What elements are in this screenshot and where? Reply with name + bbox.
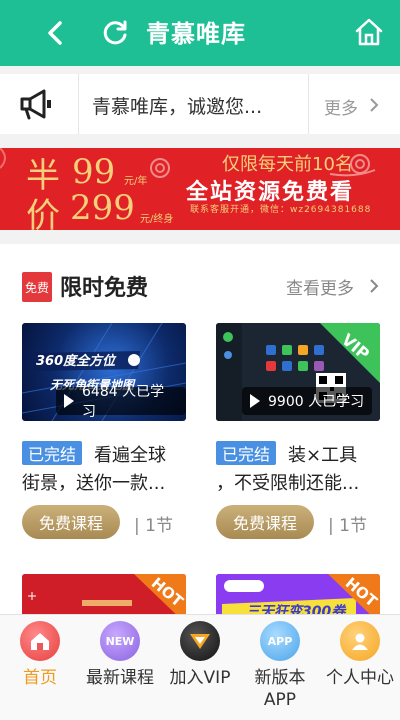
- lesson-count: | 1节: [328, 516, 367, 536]
- refresh-icon: [103, 20, 127, 45]
- banner-contact: 联系客服开通，微信：wz2694381688: [190, 205, 372, 215]
- app-icon: APP: [260, 621, 300, 661]
- status-badge: 已完结: [216, 441, 277, 465]
- home-icon: [355, 18, 383, 46]
- banner-per-year: 元/年: [124, 176, 148, 187]
- notice-bar: 青慕唯库，诚邀您... 更多: [0, 74, 400, 134]
- course-title-line2: 街景，送你一款...: [22, 473, 166, 494]
- course-card[interactable]: 360度全方位 无死角街景地图 6484 人已学习 已完结 看遍全球 街景，送你…: [22, 323, 186, 543]
- nav-item-home[interactable]: 首页: [0, 621, 80, 689]
- views-count: 9900 人已学习: [242, 387, 373, 415]
- app-header: 青慕唯库: [0, 0, 400, 66]
- vip-icon: [180, 621, 220, 661]
- banner-limit-text: 仅限每天前10名: [222, 154, 353, 175]
- notice-text[interactable]: 青慕唯库，诚邀您...: [92, 92, 262, 119]
- course-title-line1: 装×工具: [288, 445, 358, 466]
- user-icon: [340, 621, 380, 661]
- refresh-button[interactable]: [98, 16, 132, 50]
- views-count: 6484 人已学习: [56, 384, 186, 420]
- banner-price-year: 99: [72, 152, 116, 192]
- banner-lifetime: 元/终身: [140, 214, 174, 225]
- chevron-left-icon: [48, 21, 62, 45]
- nav-item-vip[interactable]: 加入VIP: [160, 621, 240, 689]
- banner-price-char: 价: [26, 196, 60, 230]
- views-text: 6484 人已学习: [82, 384, 165, 420]
- app-screen: 青慕唯库 青慕唯库，诚邀您... 更多 半 99 元/年 价 299 元/终身 …: [0, 0, 400, 720]
- see-more-link[interactable]: 查看更多: [286, 274, 354, 299]
- home-button[interactable]: [352, 14, 386, 50]
- nav-item-new-courses[interactable]: NEW 最新课程: [80, 621, 160, 689]
- section-title: 限时免费: [60, 276, 149, 301]
- views-text: 9900 人已学习: [268, 394, 365, 410]
- nav-label: 最新课程: [86, 668, 154, 688]
- notice-more-link[interactable]: 更多: [324, 94, 358, 119]
- page-title: 青慕唯库: [146, 20, 246, 48]
- nav-label-line1: 新版本: [254, 668, 306, 688]
- divider: [308, 74, 309, 134]
- free-course-button[interactable]: 免费课程: [216, 505, 314, 539]
- free-course-button[interactable]: 免费课程: [22, 505, 120, 539]
- new-icon-text: NEW: [105, 634, 135, 648]
- banner-price-life: 299: [70, 188, 135, 228]
- nav-label-line2: APP: [263, 690, 297, 710]
- bottom-nav: 首页 NEW 最新课程 加入VIP APP 新版本 APP 个人中心: [0, 614, 400, 720]
- chevron-right-icon: [370, 279, 379, 293]
- home-icon: [20, 621, 60, 661]
- nav-item-profile[interactable]: 个人中心: [320, 621, 400, 689]
- nav-label: 个人中心: [326, 668, 394, 688]
- nav-label: 首页: [23, 668, 57, 688]
- free-courses-section: 免费 限时免费 查看更多 360度全方位 无死角街景地图 6484 人已学习 已…: [0, 244, 400, 624]
- promo-banner[interactable]: 半 99 元/年 价 299 元/终身 仅限每天前10名 全站资源免费看 联系客…: [0, 148, 400, 230]
- nav-label: 加入VIP: [169, 668, 231, 688]
- course-title-line1: 看遍全球: [94, 445, 166, 466]
- new-icon: NEW: [100, 621, 140, 661]
- thumbnail-text-1: 360度全方位: [36, 353, 117, 369]
- nav-label: 新版本 APP: [240, 667, 320, 711]
- free-badge: 免费: [22, 272, 52, 302]
- lesson-count: | 1节: [134, 516, 173, 536]
- divider: [78, 74, 79, 134]
- app-icon-text: APP: [267, 634, 293, 648]
- course-card[interactable]: VIP 9900 人已学习 已完结 装×工具 ，不受限制还能... 免费课程 |…: [216, 323, 380, 543]
- back-button[interactable]: [38, 16, 72, 50]
- play-icon: [250, 394, 260, 408]
- course-title-line2: ，不受限制还能...: [216, 473, 360, 494]
- status-badge: 已完结: [22, 441, 83, 465]
- nav-item-app[interactable]: APP 新版本 APP: [240, 621, 320, 711]
- megaphone-icon: [20, 89, 51, 120]
- play-icon: [64, 394, 74, 408]
- chevron-right-icon: [370, 98, 379, 112]
